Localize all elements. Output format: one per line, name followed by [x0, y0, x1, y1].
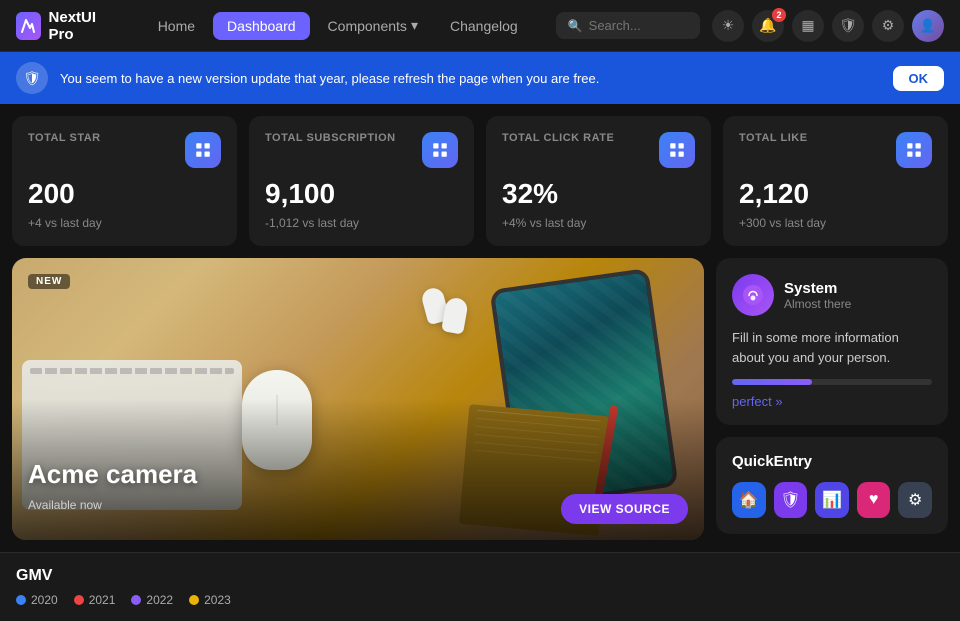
legend-dot-2020	[16, 595, 26, 605]
system-name: System	[784, 280, 932, 297]
stat-icon-2	[659, 132, 695, 168]
search-icon: 🔍	[568, 19, 583, 33]
stat-change-2: +4% vs last day	[502, 216, 695, 230]
update-banner: 🛡 You seem to have a new version update …	[0, 52, 960, 104]
notification-btn[interactable]: 🔔 2	[752, 10, 784, 42]
banner-ok-button[interactable]: OK	[893, 66, 945, 91]
sun-icon-btn[interactable]: ☀	[712, 10, 744, 42]
chevron-down-icon: ▾	[411, 17, 418, 34]
legend-label-2023: 2023	[204, 593, 231, 607]
progress-bar	[732, 379, 932, 385]
avatar-initials: 👤	[920, 18, 936, 34]
stat-change-0: +4 vs last day	[28, 216, 221, 230]
banner-shield-icon: 🛡	[16, 62, 48, 94]
stat-value-2: 32%	[502, 178, 695, 210]
progress-fill	[732, 379, 812, 385]
hero-card: NEW Acme camera Available now VIEW SOURC…	[12, 258, 704, 540]
hero-badge: NEW	[28, 274, 70, 289]
stat-total-star: TOTAL STAR 200 +4 vs last day	[12, 116, 237, 246]
stat-value-1: 9,100	[265, 178, 458, 210]
gmv-section: GMV 2020 2021 2022 2023	[0, 552, 960, 621]
nav-icons: ☀ 🔔 2 ▦ 🛡 ⚙ 👤	[712, 10, 944, 42]
settings-icon-btn[interactable]: ⚙	[872, 10, 904, 42]
search-input[interactable]	[589, 18, 688, 33]
system-avatar	[732, 274, 774, 316]
gmv-title: GMV	[16, 567, 944, 585]
shield-icon: 🛡	[23, 70, 41, 87]
legend-label-2020: 2020	[31, 593, 58, 607]
stat-change-3: +300 vs last day	[739, 216, 932, 230]
stat-icon-0	[185, 132, 221, 168]
stat-label-3: TOTAL LIKE	[739, 132, 808, 144]
perfect-link[interactable]: perfect	[732, 394, 783, 409]
app-name: NextUI Pro	[49, 9, 116, 43]
nav-dashboard[interactable]: Dashboard	[213, 12, 310, 40]
stat-icon-3	[896, 132, 932, 168]
logo[interactable]: NextUI Pro	[16, 9, 116, 43]
quick-icon-chart[interactable]: 📊	[815, 482, 849, 518]
legend-label-2021: 2021	[89, 593, 116, 607]
legend-item-2021: 2021	[74, 593, 116, 607]
view-source-button[interactable]: VIEW SOURCE	[561, 494, 688, 524]
legend-item-2020: 2020	[16, 593, 58, 607]
system-status: Almost there	[784, 297, 932, 311]
nav-home[interactable]: Home	[144, 12, 209, 40]
legend-item-2023: 2023	[189, 593, 231, 607]
system-header: System Almost there	[732, 274, 932, 316]
banner-text: You seem to have a new version update th…	[60, 71, 881, 86]
legend-dot-2023	[189, 595, 199, 605]
main-content: NEW Acme camera Available now VIEW SOURC…	[0, 258, 960, 552]
nav-changelog[interactable]: Changelog	[436, 12, 532, 40]
stat-total-like: TOTAL LIKE 2,120 +300 vs last day	[723, 116, 948, 246]
stats-row: TOTAL STAR 200 +4 vs last day TOTAL SUBS…	[0, 104, 960, 258]
navbar: NextUI Pro Home Dashboard Components ▾ C…	[0, 0, 960, 52]
bar-chart-icon: ▦	[801, 17, 814, 34]
sidebar: System Almost there Fill in some more in…	[716, 258, 948, 540]
quick-icons: 🏠 🛡 📊 ♥ ⚙	[732, 482, 932, 518]
quick-icon-shield[interactable]: 🛡	[774, 482, 808, 518]
chart-icon-btn[interactable]: ▦	[792, 10, 824, 42]
stat-total-subscription: TOTAL SUBSCRIPTION 9,100 -1,012 vs last …	[249, 116, 474, 246]
shield-icon: 🛡	[839, 17, 857, 34]
hero-subtitle: Available now	[28, 498, 102, 512]
stat-total-click-rate: TOTAL CLICK RATE 32% +4% vs last day	[486, 116, 711, 246]
legend-dot-2022	[131, 595, 141, 605]
quick-entry-title: QuickEntry	[732, 453, 932, 470]
legend-item-2022: 2022	[131, 593, 173, 607]
stat-label-2: TOTAL CLICK RATE	[502, 132, 614, 144]
system-card: System Almost there Fill in some more in…	[716, 258, 948, 425]
nav-components[interactable]: Components ▾	[314, 11, 432, 40]
shield-icon-btn[interactable]: 🛡	[832, 10, 864, 42]
stat-change-1: -1,012 vs last day	[265, 216, 458, 230]
stat-value-3: 2,120	[739, 178, 932, 210]
gear-icon: ⚙	[882, 17, 895, 34]
quick-icon-heart[interactable]: ♥	[857, 482, 891, 518]
quick-icon-settings[interactable]: ⚙	[898, 482, 932, 518]
notification-badge: 2	[772, 8, 786, 22]
system-description: Fill in some more information about you …	[732, 328, 932, 367]
sun-icon: ☀	[722, 17, 735, 34]
search-box[interactable]: 🔍	[556, 12, 700, 39]
quick-entry-card: QuickEntry 🏠 🛡 📊 ♥ ⚙	[716, 437, 948, 534]
quick-icon-home[interactable]: 🏠	[732, 482, 766, 518]
system-info: System Almost there	[784, 280, 932, 311]
gmv-legend: 2020 2021 2022 2023	[16, 593, 944, 607]
stat-value-0: 200	[28, 178, 221, 210]
logo-icon	[16, 12, 41, 40]
legend-dot-2021	[74, 595, 84, 605]
hero-title: Acme camera	[28, 459, 197, 490]
stat-label-1: TOTAL SUBSCRIPTION	[265, 132, 396, 144]
stat-icon-1	[422, 132, 458, 168]
stat-label-0: TOTAL STAR	[28, 132, 101, 144]
legend-label-2022: 2022	[146, 593, 173, 607]
nav-links: Home Dashboard Components ▾ Changelog	[144, 11, 532, 40]
avatar[interactable]: 👤	[912, 10, 944, 42]
